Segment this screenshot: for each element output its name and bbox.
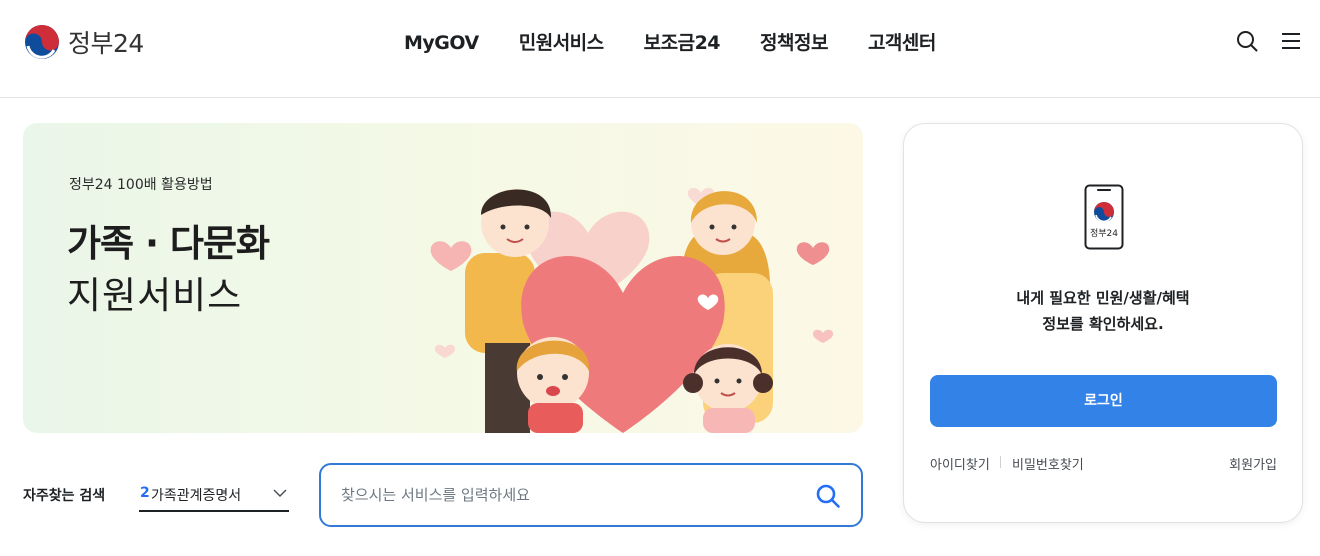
login-message-line2: 정보를 확인하세요. xyxy=(1042,315,1164,333)
login-card: 정부24 내게 필요한 민원/생활/혜택 정보를 확인하세요. 로그인 아이디찾… xyxy=(903,123,1303,523)
join-link[interactable]: 회원가입 xyxy=(1229,454,1277,473)
banner-subtitle: 정부24 100배 활용방법 xyxy=(69,177,213,193)
find-password-link[interactable]: 비밀번호찾기 xyxy=(1012,454,1084,473)
family-illustration xyxy=(430,187,834,433)
promo-banner[interactable]: 정부24 100배 활용방법 가족 · 다문화 지원서비스 xyxy=(23,123,863,433)
banner-title-secondary: 지원서비스 xyxy=(67,274,243,317)
header-actions xyxy=(1236,30,1302,52)
login-button[interactable]: 로그인 xyxy=(930,375,1277,427)
banner-title: 가족 · 다문화 xyxy=(67,222,270,265)
nav-customer-center[interactable]: 고객센터 xyxy=(848,30,956,56)
main-navigation: MyGOV 민원서비스 보조금24 정책정보 고객센터 xyxy=(384,30,956,56)
chevron-down-icon xyxy=(273,489,287,497)
logo-text: 정부24 xyxy=(68,29,144,58)
service-search-box xyxy=(319,463,863,527)
mobile-id-icon: 정부24 xyxy=(1084,184,1124,250)
login-message: 내게 필요한 민원/생활/혜택 정보를 확인하세요. xyxy=(904,285,1302,337)
phone-label: 정부24 xyxy=(1090,228,1118,239)
link-divider xyxy=(1000,456,1001,468)
nav-civil-services[interactable]: 민원서비스 xyxy=(499,30,624,56)
search-submit-icon[interactable] xyxy=(815,483,841,509)
taegeuk-emblem-icon xyxy=(25,25,59,59)
nav-subsidy24[interactable]: 보조금24 xyxy=(624,30,740,56)
nav-policy-info[interactable]: 정책정보 xyxy=(740,30,848,56)
frequent-search-label: 자주찾는 검색 xyxy=(23,488,106,504)
find-id-link[interactable]: 아이디찾기 xyxy=(930,454,990,473)
frequent-search-rank: 2 xyxy=(140,485,150,501)
nav-mygov[interactable]: MyGOV xyxy=(384,30,499,56)
login-message-line1: 내게 필요한 민원/생활/혜택 xyxy=(1016,289,1190,307)
service-search-input[interactable] xyxy=(341,479,781,511)
search-icon[interactable] xyxy=(1236,30,1258,52)
site-logo[interactable]: 정부24 xyxy=(24,24,144,60)
site-header: 정부24 MyGOV 민원서비스 보조금24 정책정보 고객센터 xyxy=(0,0,1320,98)
frequent-search-selected: 가족관계증명서 xyxy=(151,488,242,504)
frequent-search-dropdown[interactable]: 2 가족관계증명서 xyxy=(139,478,289,512)
menu-icon[interactable] xyxy=(1280,30,1302,52)
